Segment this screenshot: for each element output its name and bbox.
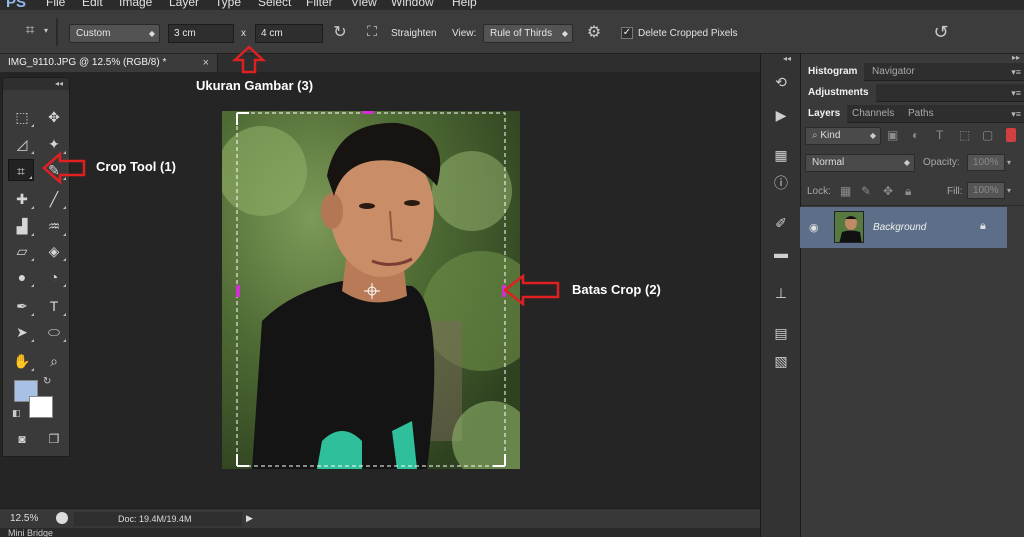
annotation-crop-tool-number: (1) [160,159,176,174]
layer-row[interactable]: ◉ Background 🔒︎ [800,207,1007,248]
actions-panel-icon[interactable]: ▶ [770,104,792,126]
panel-menu-icon[interactable]: ▾≡ [1011,63,1021,81]
lock-icon: 🔒︎ [980,220,986,232]
layer-thumbnail [834,211,864,243]
swatches-panel-icon[interactable]: ▦ [770,144,792,166]
panels-collapse-icon[interactable]: ▸▸ [1012,53,1020,62]
adjustments-tab-bar: Adjustments ▾≡ [801,84,1024,102]
opacity-input[interactable]: 100% [967,154,1005,171]
play-arrow-icon[interactable]: ▶ [246,513,253,524]
brush-presets-icon[interactable]: ▬ [770,242,792,264]
info-panel-icon[interactable]: ⓘ [770,172,792,194]
annotation-crop-tool-label: Crop Tool [96,159,157,174]
right-panels: ▸▸ Histogram Navigator ▾≡ Adjustments ▾≡… [800,53,1024,537]
reset-crop-icon[interactable]: ↺ [928,22,954,44]
panel-dock: ◂◂ ⟲ ▶ ▦ ⓘ ✐ ▬ ⊥ ▤ ▧ [760,54,800,537]
character-panel-icon[interactable]: ▧ [770,350,792,372]
fill-input[interactable]: 100% [967,182,1005,199]
chevron-updown-icon: ◆ [869,131,876,140]
annotation-crop-bounds-number: (2) [644,282,661,297]
annotation-size-number: (3) [297,78,314,93]
zoom-level[interactable]: 12.5% [10,513,38,524]
tab-adjustments[interactable]: Adjustments [801,84,876,102]
annotation-crop-bounds: Batas Crop (2) [572,282,661,297]
histogram-tab-bar: Histogram Navigator ▾≡ [801,63,1024,81]
annotation-size-label: Ukuran Gambar [196,78,294,93]
paragraph-panel-icon[interactable]: ▤ [770,322,792,344]
status-bar: 12.5% Doc: 19.4M/19.4M ▶ [0,508,760,528]
shape-filter-icon[interactable]: ⬚ [959,128,970,142]
document-size-info: Doc: 19.4M/19.4M [74,512,242,526]
filter-toggle-icon[interactable] [1006,128,1016,142]
lock-transparent-icon[interactable]: ▦ [840,184,851,198]
lock-position-icon[interactable]: ✥ [883,184,893,198]
lock-all-icon[interactable]: 🔒︎ [905,184,911,199]
opacity-label: Opacity: [923,157,960,168]
layer-kind-value: Kind [820,130,841,141]
lock-label: Lock: [807,186,831,197]
layer-thumbnail-art [835,212,863,242]
clone-source-icon[interactable]: ⊥ [770,282,792,304]
lock-image-icon[interactable]: ✎ [861,184,871,198]
blend-mode-value: Normal [812,157,845,168]
tab-navigator[interactable]: Navigator [865,63,922,81]
layer-name[interactable]: Background [873,222,926,233]
annotation-arrows [42,45,560,307]
status-info-icon[interactable] [56,512,68,524]
chevron-down-icon[interactable]: ▾ [1007,186,1011,195]
brush-panel-icon[interactable]: ✐ [770,212,792,234]
eye-icon[interactable]: ◉ [809,221,819,234]
layer-kind-filter[interactable]: ⌕ Kind ◆ [805,127,881,145]
type-filter-icon[interactable]: T [936,128,943,142]
pixel-filter-icon[interactable]: ▣ [887,128,898,142]
adjustment-filter-icon[interactable]: ◐ [912,128,919,142]
history-panel-icon[interactable]: ⟲ [770,71,792,93]
tab-histogram[interactable]: Histogram [801,63,865,81]
chevron-updown-icon: ◆ [903,158,910,167]
panel-menu-icon[interactable]: ▾≡ [1011,105,1021,123]
fill-label: Fill: [947,186,963,197]
tab-layers[interactable]: Layers [801,105,848,123]
annotation-crop-bounds-label: Batas Crop [572,282,642,297]
dock-collapse-icon[interactable]: ◂◂ [783,54,791,63]
panel-divider [801,205,1024,206]
tab-paths[interactable]: Paths [901,105,941,123]
annotation-size: Ukuran Gambar (3) [196,78,313,93]
layers-tab-bar: Layers Channels Paths ▾≡ [801,105,1024,123]
annotation-crop-tool: Crop Tool (1) [96,159,176,174]
mini-bridge-strip[interactable]: Mini Bridge [0,528,760,537]
mini-bridge-label[interactable]: Mini Bridge [8,528,53,537]
panel-menu-icon[interactable]: ▾≡ [1011,84,1021,102]
tab-channels[interactable]: Channels [845,105,901,123]
chevron-down-icon[interactable]: ▾ [1007,158,1011,167]
smart-object-filter-icon[interactable]: ▢ [982,128,993,142]
blend-mode-select[interactable]: Normal ◆ [805,154,915,172]
